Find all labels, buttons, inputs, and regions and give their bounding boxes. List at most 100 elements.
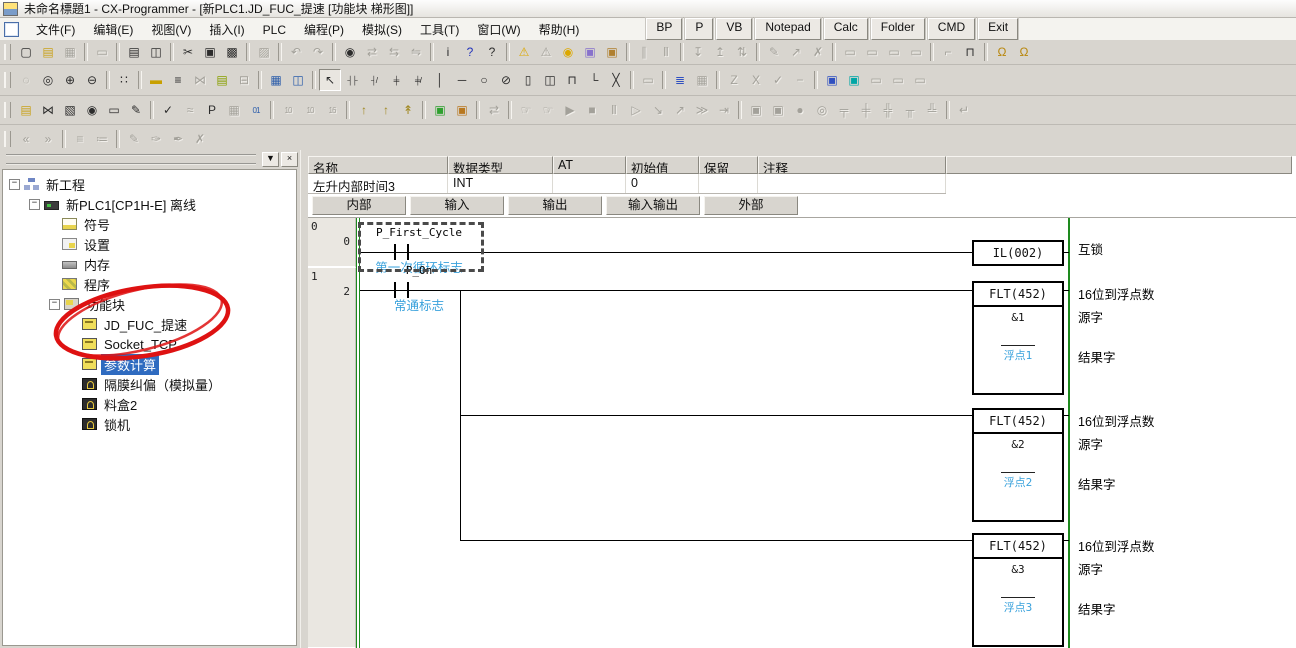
new-or-contact-button[interactable]: ╪ <box>385 69 407 91</box>
tab-外部[interactable]: 外部 <box>704 196 798 215</box>
tree-item-plc-device[interactable]: −新PLC1[CP1H-E] 离线 <box>3 194 296 214</box>
new-vertical-line-button[interactable]: │ <box>429 69 451 91</box>
new-coil-button[interactable]: ○ <box>473 69 495 91</box>
output-window-button[interactable]: ▭ <box>103 99 125 121</box>
menu-plc[interactable]: PLC <box>254 21 295 39</box>
exit-button[interactable]: Exit <box>978 18 1018 40</box>
zoom-out-button[interactable]: ⊖ <box>81 69 103 91</box>
rung-cursor[interactable] <box>358 222 484 272</box>
watch-graph-button[interactable]: ▧ <box>59 99 81 121</box>
binary-monitor-button[interactable]: 01 <box>245 99 267 121</box>
table-cell[interactable]: 0 <box>626 174 699 193</box>
instruction-block-il-block[interactable]: IL(002) <box>972 240 1064 266</box>
menu-window[interactable]: 窗口(W) <box>468 21 529 39</box>
toolbar-grip[interactable] <box>4 44 11 60</box>
go-to-output-button[interactable]: ↟ <box>397 99 419 121</box>
tab-输入[interactable]: 输入 <box>410 196 504 215</box>
new-closed-coil-button[interactable]: ⊘ <box>495 69 517 91</box>
expander-icon[interactable]: − <box>29 199 40 210</box>
toggle-comments-button[interactable]: ▬ <box>145 69 167 91</box>
tree-item-symbols[interactable]: 符号 <box>3 214 296 234</box>
p-button[interactable]: P <box>685 18 713 40</box>
address-reference-tool-button[interactable]: ▣ <box>821 69 843 91</box>
folder-button[interactable]: Folder <box>871 18 925 40</box>
program-check-button[interactable]: ✓ <box>157 99 179 121</box>
menu-edit[interactable]: 编辑(E) <box>84 21 142 39</box>
result-symbol[interactable]: 浮点1 <box>1001 345 1036 363</box>
properties-button[interactable]: ✎ <box>125 99 147 121</box>
cross-reference-button[interactable]: ◉ <box>81 99 103 121</box>
cut-button[interactable]: ✂ <box>177 41 199 63</box>
header-cell-数据类型[interactable]: 数据类型 <box>448 156 553 174</box>
zoom-in-button[interactable]: ⊕ <box>59 69 81 91</box>
table-cell[interactable] <box>553 174 626 193</box>
tree-item-function-blocks[interactable]: −功能块 <box>3 294 296 314</box>
table-cell[interactable]: INT <box>448 174 553 193</box>
workspace-dropdown-icon[interactable]: ▼ <box>262 152 279 167</box>
instruction-dialog-button[interactable]: ◫ <box>287 69 309 91</box>
header-cell-保留[interactable]: 保留 <box>699 156 758 174</box>
toggle-rung-colors-button[interactable]: ▤ <box>211 69 233 91</box>
tree-item-fb-canshu-jisuan[interactable]: 参数计算 <box>3 354 296 374</box>
help-topics-button[interactable]: ? <box>459 41 481 63</box>
menu-insert[interactable]: 插入(I) <box>200 21 253 39</box>
tree-item-project-root[interactable]: −新工程 <box>3 174 296 194</box>
header-cell-blank[interactable] <box>946 156 1292 174</box>
result-symbol[interactable]: 浮点2 <box>1001 472 1036 490</box>
tree-item-fb-gemo-jiupian[interactable]: 隔膜纠偏（模拟量） <box>3 374 296 394</box>
new-file-button[interactable]: ▢ <box>15 41 37 63</box>
menu-help[interactable]: 帮助(H) <box>530 21 589 39</box>
new-instruction-button[interactable]: ▯ <box>517 69 539 91</box>
new-or-closed-contact-button[interactable]: ╪/ <box>407 69 429 91</box>
release-password-button[interactable]: Ω <box>1013 41 1035 63</box>
about-button[interactable]: i <box>437 41 459 63</box>
tree-item-fb-liaohe2[interactable]: 料盒2 <box>3 394 296 414</box>
rung-margin-1[interactable]: 12 <box>308 268 356 648</box>
find-compile-error-button[interactable]: ◉ <box>557 41 579 63</box>
compile-program-button[interactable]: ⚠ <box>513 41 535 63</box>
tab-输入输出[interactable]: 输入输出 <box>606 196 700 215</box>
clipboard-monitor-button[interactable]: P <box>201 99 223 121</box>
new-fb-call-button[interactable]: ⊓ <box>561 69 583 91</box>
header-cell-注释[interactable]: 注释 <box>758 156 946 174</box>
time-chart-monitor-button[interactable]: ⊓ <box>959 41 981 63</box>
header-cell-AT[interactable]: AT <box>553 156 626 174</box>
go-to-previous-address-button[interactable]: ↑ <box>353 99 375 121</box>
dock-grip[interactable] <box>6 154 256 165</box>
go-to-next-address-button[interactable]: ↑ <box>375 99 397 121</box>
tab-输出[interactable]: 输出 <box>508 196 602 215</box>
menu-file[interactable]: 文件(F) <box>27 21 84 39</box>
update-fb-button[interactable]: ▣ <box>601 41 623 63</box>
io-comment-view-button[interactable]: ▣ <box>843 69 865 91</box>
tree-item-fb-jd-fuc-tisu[interactable]: JD_FUC_提速 <box>3 314 296 334</box>
tree-item-memory[interactable]: 内存 <box>3 254 296 274</box>
toggle-grid-button[interactable]: ∷ <box>113 69 135 91</box>
work-online-simulator-button[interactable]: ▣ <box>429 99 451 121</box>
paste-button[interactable]: ▩ <box>221 41 243 63</box>
instruction-block-flt-block-2[interactable]: FLT(452)&2浮点2 <box>972 408 1064 522</box>
new-horizontal-line-button[interactable]: ─ <box>451 69 473 91</box>
ladder-editor[interactable]: 0012P_First_Cycle第一次循环标志P_On常通标志IL(002)互… <box>308 217 1296 648</box>
tree-item-settings[interactable]: 设置 <box>3 234 296 254</box>
toggle-workspace-button[interactable]: ▤ <box>15 99 37 121</box>
expander-icon[interactable]: − <box>9 179 20 190</box>
tree-item-fb-suoji[interactable]: 锁机 <box>3 414 296 434</box>
cmd-button[interactable]: CMD <box>928 18 975 40</box>
header-cell-初始值[interactable]: 初始值 <box>626 156 699 174</box>
new-contact-button[interactable]: ┤├ <box>341 69 363 91</box>
open-file-button[interactable]: ▤ <box>37 41 59 63</box>
workspace-close-icon[interactable]: × <box>281 152 298 167</box>
vb-button[interactable]: VB <box>716 18 752 40</box>
compile-fb-button[interactable]: ▣ <box>579 41 601 63</box>
line-delete-button[interactable]: ╳ <box>605 69 627 91</box>
toolbar-grip[interactable] <box>4 72 11 88</box>
notepad-button[interactable]: Notepad <box>755 18 820 40</box>
ladder-tools-button[interactable]: ⋈ <box>37 99 59 121</box>
menu-tools[interactable]: 工具(T) <box>411 21 468 39</box>
context-help-button[interactable]: ? <box>481 41 503 63</box>
instruction-block-flt-block-3[interactable]: FLT(452)&3浮点3 <box>972 533 1064 647</box>
toggle-rung-list-button[interactable]: ≡ <box>167 69 189 91</box>
instruction-block-flt-block-1[interactable]: FLT(452)&1浮点1 <box>972 281 1064 395</box>
simulator-setup-button[interactable]: ▣ <box>451 99 473 121</box>
new-closed-contact-button[interactable]: ┤/ <box>363 69 385 91</box>
